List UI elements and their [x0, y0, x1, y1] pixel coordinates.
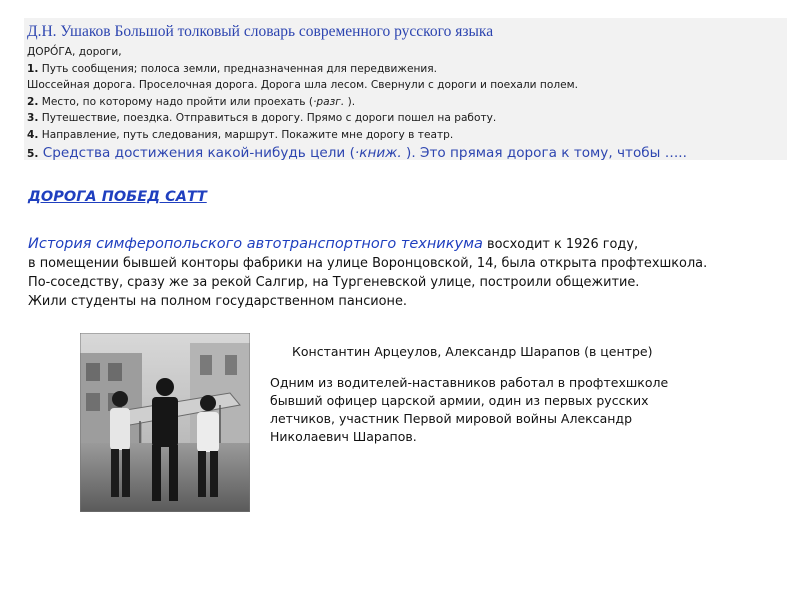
sense-text: Место, по которому надо пройти или проех…	[38, 95, 314, 108]
sense-text: Направление, путь следования, маршрут. П…	[38, 128, 454, 141]
dictionary-title: Д.Н. Ушаков Большой толковый словарь сов…	[27, 23, 494, 40]
driver-paragraph: Одним из водителей-наставников работал в…	[270, 374, 740, 446]
dictionary-sense-2: 2. Место, по которому надо пройти или пр…	[27, 94, 783, 111]
driver-line-4: Николаевич Шарапов.	[270, 429, 417, 444]
driver-line-1: Одним из водителей-наставников работал в…	[270, 375, 669, 390]
sense-tail: ).	[344, 95, 356, 108]
driver-line-2: бывший офицер царской армии, один из пер…	[270, 393, 649, 408]
sense-text: Средства достижения какой-нибудь цели (	[38, 145, 355, 161]
sense-number: 1.	[27, 62, 39, 75]
dictionary-sense-5: 5. Средства достижения какой-нибудь цели…	[27, 143, 783, 164]
sense-number: 3.	[27, 112, 39, 124]
sense-tail: ). Это прямая дорога к тому, чтобы …..	[401, 145, 687, 161]
history-paragraph: История симферопольского автотранспортно…	[28, 235, 768, 311]
dictionary-sense-1-examples: Шоссейная дорога. Проселочная дорога. До…	[27, 79, 578, 91]
sense-text: Путешествие, поездка. Отправиться в доро…	[38, 112, 497, 124]
historical-photo	[80, 333, 250, 512]
dictionary-sense-4: 4. Направление, путь следования, маршрут…	[27, 127, 783, 144]
dictionary-headword: ДОРО́ГА, дороги,	[27, 46, 122, 58]
section-heading: ДОРОГА ПОБЕД САТТ	[28, 189, 207, 205]
sense-tag: ·разг.	[313, 95, 345, 108]
sense-text: Путь сообщения; полоса земли, предназнач…	[38, 62, 438, 75]
history-lead: История симферопольского автотранспортно…	[28, 236, 483, 252]
sense-number: 2.	[27, 95, 39, 108]
history-line-3: По-соседству, сразу же за рекой Салгир, …	[28, 275, 640, 290]
sense-tag: ·книж.	[354, 145, 402, 161]
sense-number: 5.	[27, 148, 39, 160]
dictionary-entry-box: Д.Н. Ушаков Большой толковый словарь сов…	[24, 18, 787, 161]
history-line-1-rest: восходит к 1926 году,	[482, 237, 639, 252]
dictionary-sense-3: 3. Путешествие, поездка. Отправиться в д…	[27, 110, 783, 127]
history-line-4: Жили студенты на полном государственном …	[28, 294, 407, 309]
dictionary-sense-1: 1. Путь сообщения; полоса земли, предназ…	[27, 61, 783, 78]
driver-line-3: летчиков, участник Первой мировой войны …	[270, 411, 632, 426]
photo-caption: Константин Арцеулов, Александр Шарапов (…	[292, 344, 653, 359]
history-line-1: История симферопольского автотранспортно…	[28, 235, 768, 254]
photo-illustration	[80, 333, 250, 512]
history-line-2: в помещении бывшей конторы фабрики на ул…	[28, 256, 708, 271]
sense-number: 4.	[27, 128, 39, 141]
